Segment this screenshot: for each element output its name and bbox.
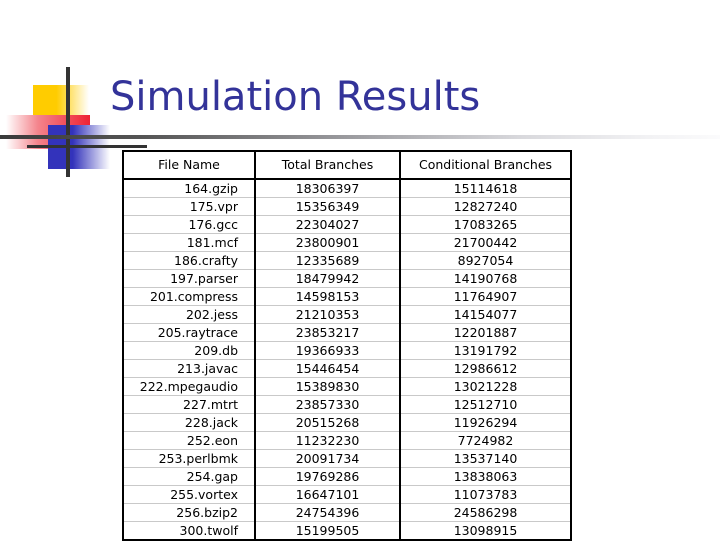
- cell-file-name: 205.raytrace: [123, 323, 256, 342]
- cell-total-branches: 16647101: [255, 485, 401, 504]
- page-title: Simulation Results: [110, 74, 481, 120]
- cell-total-branches: 14598153: [255, 287, 401, 306]
- cell-file-name: 256.bzip2: [123, 503, 256, 522]
- table-row: 252.eon 11232230 7724982: [123, 431, 571, 450]
- table-row: 201.compress 14598153 11764907: [123, 287, 571, 306]
- cell-file-name: 255.vortex: [123, 485, 256, 504]
- table-row: 227.mtrt 23857330 12512710: [123, 395, 571, 414]
- table-row: 254.gap 19769286 13838063: [123, 467, 571, 486]
- cell-conditional-branches: 24586298: [400, 503, 571, 522]
- cell-file-name: 252.eon: [123, 431, 256, 450]
- table-row: 186.crafty 12335689 8927054: [123, 251, 571, 270]
- cell-file-name: 175.vpr: [123, 197, 256, 216]
- table-row: 255.vortex 16647101 11073783: [123, 485, 571, 504]
- table-row: 175.vpr 15356349 12827240: [123, 197, 571, 216]
- table-row: 213.javac 15446454 12986612: [123, 359, 571, 378]
- cell-conditional-branches: 12986612: [400, 359, 571, 378]
- blue-square-decoration: [48, 125, 110, 169]
- cell-conditional-branches: 12512710: [400, 395, 571, 414]
- yellow-square-decoration: [33, 85, 89, 123]
- cell-file-name: 197.parser: [123, 269, 256, 288]
- cell-conditional-branches: 11764907: [400, 287, 571, 306]
- table-row: 222.mpegaudio 15389830 13021228: [123, 377, 571, 396]
- cell-total-branches: 20515268: [255, 413, 401, 432]
- cell-conditional-branches: 13838063: [400, 467, 571, 486]
- cell-total-branches: 23800901: [255, 233, 401, 252]
- table-row: 176.gcc 22304027 17083265: [123, 215, 571, 234]
- cell-file-name: 201.compress: [123, 287, 256, 306]
- table-header-row: File Name Total Branches Conditional Bra…: [123, 151, 571, 180]
- cell-conditional-branches: 21700442: [400, 233, 571, 252]
- cell-file-name: 253.perlbmk: [123, 449, 256, 468]
- cell-file-name: 176.gcc: [123, 215, 256, 234]
- table-row: 209.db 19366933 13191792: [123, 341, 571, 360]
- table-row: 228.jack 20515268 11926294: [123, 413, 571, 432]
- cell-total-branches: 22304027: [255, 215, 401, 234]
- table-row: 253.perlbmk 20091734 13537140: [123, 449, 571, 468]
- cell-total-branches: 18306397: [255, 179, 401, 198]
- cell-total-branches: 15356349: [255, 197, 401, 216]
- cell-total-branches: 12335689: [255, 251, 401, 270]
- cell-total-branches: 19366933: [255, 341, 401, 360]
- cell-total-branches: 19769286: [255, 467, 401, 486]
- table-row: 256.bzip2 24754396 24586298: [123, 503, 571, 522]
- cell-total-branches: 15446454: [255, 359, 401, 378]
- title-divider: [0, 135, 720, 139]
- cell-file-name: 228.jack: [123, 413, 256, 432]
- cell-file-name: 222.mpegaudio: [123, 377, 256, 396]
- cell-conditional-branches: 11926294: [400, 413, 571, 432]
- table-row: 164.gzip 18306397 15114618: [123, 179, 571, 198]
- cell-total-branches: 15199505: [255, 521, 401, 540]
- cell-total-branches: 23857330: [255, 395, 401, 414]
- cell-file-name: 209.db: [123, 341, 256, 360]
- cell-file-name: 300.twolf: [123, 521, 256, 540]
- cell-file-name: 227.mtrt: [123, 395, 256, 414]
- cell-file-name: 186.crafty: [123, 251, 256, 270]
- cell-conditional-branches: 13191792: [400, 341, 571, 360]
- cell-conditional-branches: 17083265: [400, 215, 571, 234]
- column-header-total-branches: Total Branches: [254, 151, 401, 180]
- crosshair-horizontal-line: [27, 145, 147, 148]
- table-row: 181.mcf 23800901 21700442: [123, 233, 571, 252]
- table-row: 202.jess 21210353 14154077: [123, 305, 571, 324]
- cell-file-name: 164.gzip: [123, 179, 256, 198]
- slide: Simulation Results File Name Total Branc…: [0, 0, 720, 541]
- cell-conditional-branches: 14190768: [400, 269, 571, 288]
- cell-conditional-branches: 8927054: [400, 251, 571, 270]
- table-row: 300.twolf 15199505 13098915: [123, 521, 571, 540]
- cell-conditional-branches: 12827240: [400, 197, 571, 216]
- cell-conditional-branches: 12201887: [400, 323, 571, 342]
- cell-total-branches: 24754396: [255, 503, 401, 522]
- cell-total-branches: 15389830: [255, 377, 401, 396]
- cell-conditional-branches: 7724982: [400, 431, 571, 450]
- cell-file-name: 181.mcf: [123, 233, 256, 252]
- results-table-container: File Name Total Branches Conditional Bra…: [122, 150, 572, 541]
- cell-file-name: 213.javac: [123, 359, 256, 378]
- table-header: File Name Total Branches Conditional Bra…: [123, 151, 571, 180]
- cell-conditional-branches: 15114618: [400, 179, 571, 198]
- results-table: File Name Total Branches Conditional Bra…: [122, 150, 572, 541]
- cell-file-name: 254.gap: [123, 467, 256, 486]
- cell-conditional-branches: 13098915: [400, 521, 571, 540]
- column-header-file-name: File Name: [123, 151, 256, 180]
- cell-total-branches: 11232230: [255, 431, 401, 450]
- cell-conditional-branches: 14154077: [400, 305, 571, 324]
- red-square-decoration: [6, 115, 90, 149]
- cell-file-name: 202.jess: [123, 305, 256, 324]
- cell-total-branches: 21210353: [255, 305, 401, 324]
- cell-conditional-branches: 13021228: [400, 377, 571, 396]
- cell-total-branches: 23853217: [255, 323, 401, 342]
- table-body: 164.gzip 18306397 15114618 175.vpr 15356349 1…: [123, 179, 571, 540]
- table-row: 205.raytrace 23853217 12201887: [123, 323, 571, 342]
- column-header-conditional-branches: Conditional Branches: [399, 151, 571, 180]
- cell-conditional-branches: 11073783: [400, 485, 571, 504]
- cell-total-branches: 20091734: [255, 449, 401, 468]
- cell-total-branches: 18479942: [255, 269, 401, 288]
- cell-conditional-branches: 13537140: [400, 449, 571, 468]
- crosshair-vertical-line: [66, 67, 70, 177]
- table-row: 197.parser 18479942 14190768: [123, 269, 571, 288]
